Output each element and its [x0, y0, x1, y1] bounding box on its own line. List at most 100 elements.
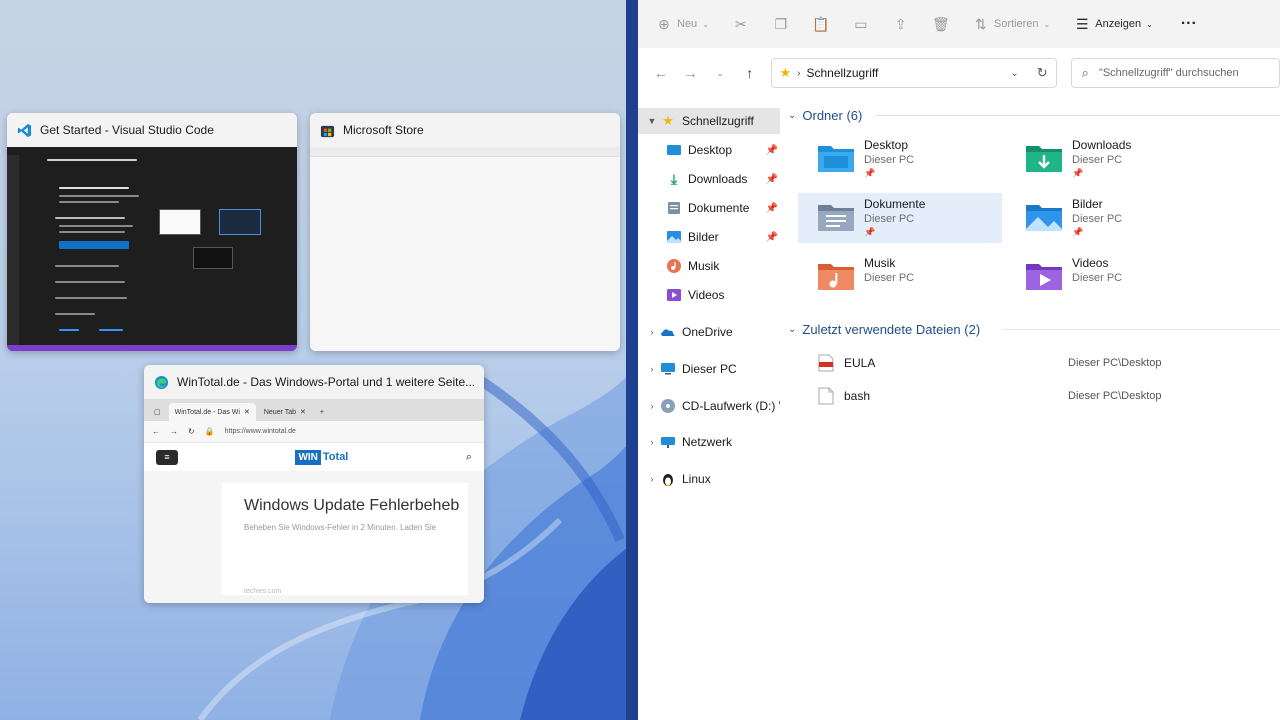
chevron-right-icon[interactable]: › [644, 364, 660, 374]
address-bar[interactable]: ★ › Schnellzugriff ⌄ ↻ [770, 58, 1057, 88]
nav-item-label: Schnellzugriff [682, 114, 754, 128]
share-icon[interactable]: ⇪ [893, 16, 909, 32]
folder-tile-documents[interactable]: Dokumente Dieser PC 📌 [798, 193, 1002, 243]
nav-item-videos[interactable]: Videos [638, 282, 780, 308]
copy-icon[interactable]: ❐ [773, 16, 789, 32]
delete-icon[interactable]: 🗑 [932, 16, 950, 32]
pin-icon: 📌 [765, 173, 778, 185]
tile-name: Desktop [864, 138, 909, 152]
music-icon [667, 259, 681, 273]
snap-window-title: Microsoft Store [343, 123, 424, 137]
vscode-activity-bar [7, 155, 19, 345]
chevron-right-icon[interactable]: › [644, 474, 660, 484]
logo-part-a: WIN [295, 449, 321, 465]
view-button[interactable]: ☰ Anzeigen ⌄ [1074, 16, 1153, 32]
tile-name: Dokumente [864, 197, 926, 211]
search-icon: ⌕ [1081, 65, 1089, 80]
chevron-down-icon: ⌄ [716, 67, 724, 78]
chevron-right-icon[interactable]: › [644, 401, 660, 411]
music-folder-icon [818, 264, 854, 290]
up-button[interactable]: ↑ [737, 60, 763, 86]
more-options-button[interactable]: ··· [1181, 15, 1197, 33]
recent-file-row[interactable]: bash Dieser PC\Desktop [818, 383, 1278, 409]
recent-file-row[interactable]: EULA Dieser PC\Desktop [818, 350, 1278, 376]
forward-button[interactable]: → [678, 60, 704, 86]
view-label: Anzeigen [1095, 18, 1142, 30]
tile-location: Dieser PC [1072, 272, 1123, 284]
nav-item-downloads[interactable]: ⤓ Downloads 📌 [638, 166, 780, 192]
computer-icon [661, 363, 675, 375]
downloads-folder-icon [1026, 146, 1062, 172]
group-header-folders[interactable]: ⌄ Ordner (6) [788, 105, 862, 125]
theme-preview-light [159, 209, 201, 235]
snap-divider[interactable] [626, 0, 638, 720]
preview-line [55, 217, 125, 219]
group-label: Ordner (6) [802, 107, 863, 123]
command-bar: ⊕ Neu ⌄ ✂ ❐ 📋 ▭ ⇪ 🗑 ⇅ Sortieren ⌄ ☰ Anze… [638, 0, 1280, 48]
nav-item-label: Downloads [688, 172, 748, 186]
rename-icon[interactable]: ▭ [853, 16, 869, 32]
store-preview-titlebar [310, 147, 620, 157]
preview-line [59, 187, 129, 189]
nav-item-network[interactable]: › Netzwerk [638, 429, 780, 455]
preview-line [59, 225, 133, 227]
chevron-down-icon[interactable]: ▼ [644, 116, 660, 126]
back-icon: ← [152, 427, 160, 436]
sort-button[interactable]: ⇅ Sortieren ⌄ [973, 16, 1050, 32]
tile-name: Musik [864, 256, 896, 270]
snap-window-store[interactable]: Microsoft Store [310, 113, 620, 351]
preview-line [99, 329, 123, 331]
cloud-icon [661, 329, 675, 336]
file-location: Dieser PC\Desktop [1068, 357, 1162, 369]
tile-location: Dieser PC [864, 272, 915, 284]
nav-item-documents[interactable]: Dokumente 📌 [638, 195, 780, 221]
folder-tile-music[interactable]: Musik Dieser PC [798, 252, 1002, 302]
theme-preview-dark [219, 209, 261, 235]
group-header-recent[interactable]: ⌄ Zuletzt verwendete Dateien (2) [788, 319, 980, 339]
nav-item-this-pc[interactable]: › Dieser PC [638, 356, 780, 382]
nav-item-label: Bilder [688, 230, 719, 244]
nav-item-onedrive[interactable]: › OneDrive [638, 319, 780, 345]
refresh-icon[interactable]: ↻ [1037, 65, 1048, 81]
nav-item-music[interactable]: Musik [638, 253, 780, 279]
folder-tile-videos[interactable]: Videos Dieser PC [1006, 252, 1210, 302]
preview-line [55, 281, 125, 283]
nav-item-label: Musik [688, 259, 720, 273]
search-input[interactable]: ⌕ "Schnellzugriff" durchsuchen [1070, 58, 1280, 88]
nav-item-pictures[interactable]: Bilder 📌 [638, 224, 780, 250]
cut-icon[interactable]: ✂ [733, 16, 749, 32]
paste-icon[interactable]: 📋 [812, 16, 829, 32]
nav-item-linux[interactable]: › Linux [638, 466, 780, 492]
desktop-folder-icon [818, 146, 854, 172]
nav-item-quick-access[interactable]: ▼ ★ Schnellzugriff [638, 108, 780, 134]
chevron-down-icon[interactable]: ⌄ [1010, 68, 1018, 79]
download-icon: ⤓ [670, 170, 678, 187]
pin-icon: 📌 [864, 168, 876, 178]
folder-tile-downloads[interactable]: Downloads Dieser PC 📌 [1006, 134, 1210, 184]
folder-tile-pictures[interactable]: Bilder Dieser PC 📌 [1006, 193, 1210, 243]
generic-file-icon [818, 387, 834, 405]
address-row: ← → ⌄ ↑ ★ › Schnellzugriff ⌄ ↻ ⌕ "Schnel… [638, 48, 1280, 98]
logo-part-b: Total [322, 451, 349, 463]
preview-button [59, 241, 129, 249]
edge-toolbar: ← → ↻ 🔒 https://www.wintotal.de [144, 421, 484, 443]
nav-item-label: Dieser PC [682, 362, 737, 376]
site-header: ≡ WIN Total ⌕ [144, 443, 484, 471]
nav-item-desktop[interactable]: Desktop 📌 [638, 137, 780, 163]
pin-icon: 📌 [765, 231, 778, 243]
snap-assist-area: Get Started - Visual Studio Code Microso… [0, 0, 638, 720]
group-label: Zuletzt verwendete Dateien (2) [802, 321, 981, 337]
back-button[interactable]: ← [648, 60, 674, 86]
content-pane: ⌄ Ordner (6) Desktop Dieser PC 📌 Downloa… [788, 98, 1280, 720]
snap-window-edge[interactable]: WinTotal.de - Das Windows-Portal und 1 w… [144, 365, 484, 603]
nav-item-cd-drive[interactable]: › CD-Laufwerk (D:) Vi [638, 393, 780, 419]
site-logo: WIN Total [295, 449, 349, 465]
recent-locations-button[interactable]: ⌄ [707, 60, 733, 86]
folder-tile-desktop[interactable]: Desktop Dieser PC 📌 [798, 134, 1002, 184]
snap-window-vscode[interactable]: Get Started - Visual Studio Code [7, 113, 297, 351]
snap-window-title-bar: WinTotal.de - Das Windows-Portal und 1 w… [144, 365, 484, 399]
edge-url: https://www.wintotal.de [224, 428, 296, 435]
chevron-right-icon[interactable]: › [644, 327, 660, 337]
new-button[interactable]: ⊕ Neu ⌄ [656, 16, 709, 32]
chevron-right-icon[interactable]: › [644, 437, 660, 447]
